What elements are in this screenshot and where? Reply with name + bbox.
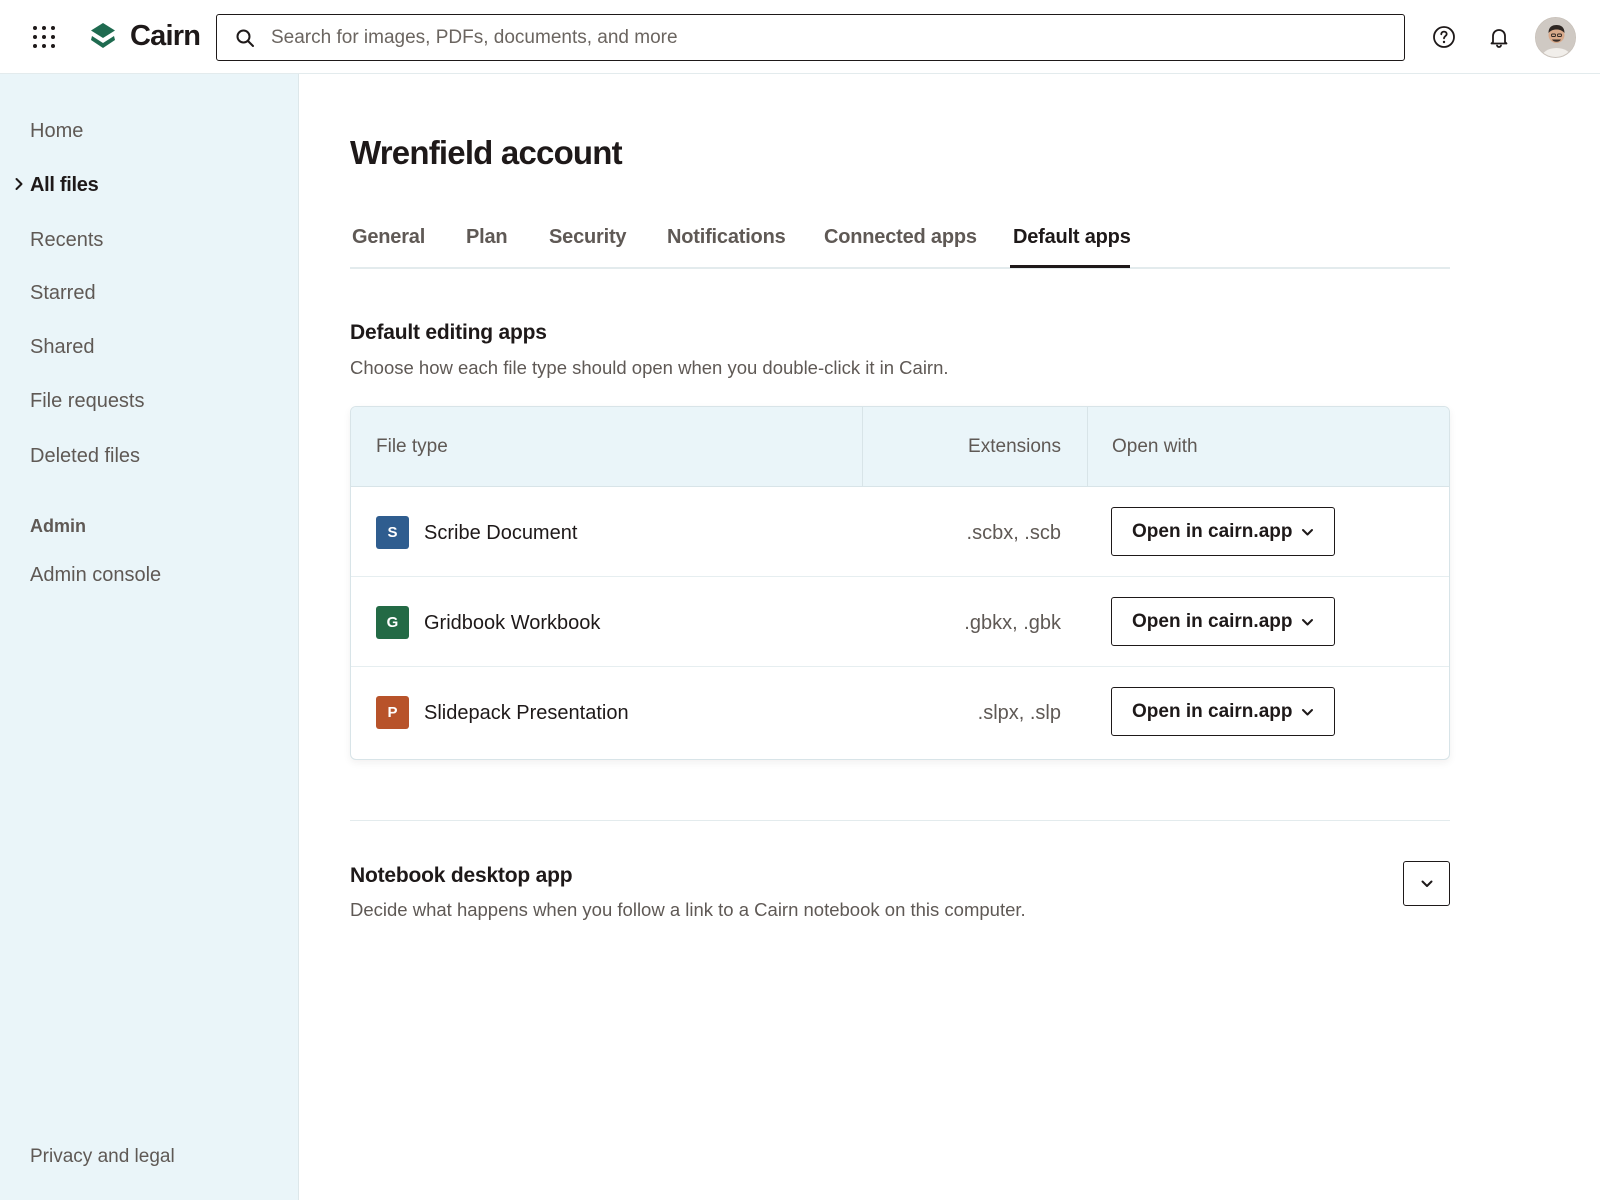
notebook-app-description: Decide what happens when you follow a li… [350, 899, 1026, 920]
tab-connected-apps[interactable]: Connected apps [824, 226, 977, 269]
section-divider [350, 820, 1450, 821]
open-with-label: Open in cairn.app [1132, 610, 1293, 632]
chevron-down-icon [1421, 880, 1432, 887]
sidebar-item-starred[interactable]: Starred [30, 282, 96, 305]
tab-general[interactable]: General [352, 226, 425, 269]
help-icon[interactable] [1432, 25, 1456, 49]
file-type-name: Slidepack Presentation [424, 702, 629, 724]
chevron-down-icon [1302, 619, 1313, 626]
user-avatar-icon [1536, 18, 1575, 57]
notebook-app-title: Notebook desktop app [350, 864, 573, 887]
scribe-document-icon: S [376, 516, 409, 549]
file-extensions: .scbx, .scb [966, 522, 1061, 544]
chevron-down-icon [1302, 709, 1313, 716]
table-row: G Gridbook Workbook .gbkx, .gbk Open in … [351, 577, 1449, 667]
bell-icon[interactable] [1487, 25, 1511, 49]
page-title: Wrenfield account [350, 134, 623, 171]
column-header-open-with: Open with [1112, 436, 1198, 457]
table-row: P Slidepack Presentation .slpx, .slp Ope… [351, 667, 1449, 757]
sidebar-item-admin-console[interactable]: Admin console [30, 564, 161, 587]
sidebar: Home All files Recents Starred Shared Fi… [0, 74, 299, 1200]
file-extensions: .gbkx, .gbk [964, 612, 1061, 634]
editing-apps-title: Default editing apps [350, 321, 547, 344]
open-with-label: Open in cairn.app [1132, 520, 1293, 542]
search-bar[interactable] [216, 14, 1405, 61]
column-divider [862, 407, 863, 487]
sidebar-item-shared[interactable]: Shared [30, 336, 95, 359]
sidebar-item-recents[interactable]: Recents [30, 229, 103, 252]
default-apps-table: File type Extensions Open with S Scribe … [350, 406, 1450, 760]
active-tab-indicator [1010, 265, 1130, 268]
slidepack-presentation-icon: P [376, 696, 409, 729]
tab-notifications[interactable]: Notifications [667, 226, 786, 269]
file-extensions: .slpx, .slp [977, 702, 1061, 724]
file-type-name: Gridbook Workbook [424, 612, 601, 634]
open-with-label: Open in cairn.app [1132, 700, 1293, 722]
open-with-dropdown[interactable]: Open in cairn.app [1111, 687, 1335, 736]
sidebar-item-file-requests[interactable]: File requests [30, 390, 145, 413]
avatar[interactable] [1535, 17, 1576, 58]
open-with-dropdown[interactable]: Open in cairn.app [1111, 507, 1335, 556]
column-header-extensions: Extensions [968, 436, 1061, 457]
notebook-expand-button[interactable] [1403, 861, 1450, 906]
column-divider [1087, 407, 1088, 487]
search-input[interactable] [271, 26, 1371, 49]
cairn-logo-icon [91, 23, 115, 48]
chevron-down-icon [1302, 529, 1313, 536]
editing-apps-description: Choose how each file type should open wh… [350, 357, 949, 378]
tab-security[interactable]: Security [549, 226, 627, 269]
sidebar-item-home[interactable]: Home [30, 120, 83, 143]
tab-default-apps[interactable]: Default apps [1013, 226, 1131, 269]
top-bar: Cairn [0, 0, 1600, 74]
sidebar-item-all-files[interactable]: All files [30, 174, 99, 197]
privacy-legal-link[interactable]: Privacy and legal [30, 1146, 175, 1168]
settings-tabs: General Plan Security Notifications Conn… [350, 222, 1450, 269]
sidebar-item-deleted-files[interactable]: Deleted files [30, 445, 140, 468]
brand-logo[interactable]: Cairn [88, 18, 201, 54]
sidebar-section-admin: Admin [30, 516, 86, 536]
brand-name: Cairn [130, 19, 201, 52]
tab-plan[interactable]: Plan [466, 226, 508, 269]
table-row: S Scribe Document .scbx, .scb Open in ca… [351, 487, 1449, 577]
open-with-dropdown[interactable]: Open in cairn.app [1111, 597, 1335, 646]
column-header-file-type: File type [376, 436, 448, 457]
app-grid-icon[interactable] [32, 25, 56, 49]
table-header: File type Extensions Open with [351, 407, 1449, 487]
gridbook-workbook-icon: G [376, 606, 409, 639]
chevron-right-icon[interactable] [12, 177, 26, 191]
file-type-name: Scribe Document [424, 522, 578, 544]
search-icon [236, 29, 254, 47]
